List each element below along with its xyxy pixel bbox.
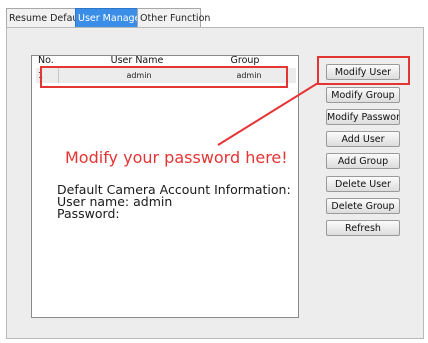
refresh-button[interactable]: Refresh [326,220,400,236]
delete-group-button[interactable]: Delete Group [326,198,400,214]
modify-group-button[interactable]: Modify Group [326,87,400,103]
column-header-user-name[interactable]: User Name [92,55,182,66]
column-header-no[interactable]: No. [38,55,54,66]
info-line-password: Password: [57,206,120,221]
tab-resume-default[interactable]: Resume Default [6,8,85,27]
delete-user-button[interactable]: Delete User [326,176,400,192]
modify-user-highlight [317,56,410,85]
default-account-info: Default Camera Account Information: User… [57,183,291,221]
add-group-button[interactable]: Add Group [326,153,400,169]
tab-other-function[interactable]: Other Function [137,8,210,27]
add-user-button[interactable]: Add User [326,131,400,147]
column-header-group[interactable]: Group [214,55,276,66]
user-table: No. User Name Group 1 admin admin Modify… [31,55,299,318]
user-manager-window: Resume Default User Manager Other Functi… [0,0,428,343]
modify-password-button[interactable]: Modify Password [326,109,400,125]
table-row-highlight [40,66,288,88]
modify-password-annotation: Modify your password here! [65,148,288,167]
tab-user-manager[interactable]: User Manager [75,8,144,27]
tab-bar: Resume Default User Manager Other Functi… [0,5,428,27]
